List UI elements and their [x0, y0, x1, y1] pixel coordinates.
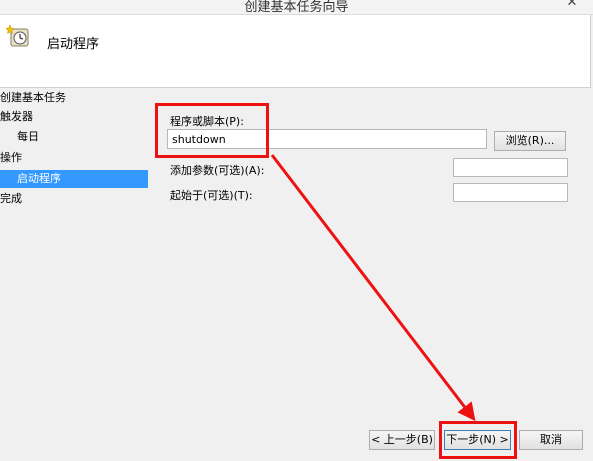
arguments-label: 添加参数(可选)(A):	[170, 164, 265, 177]
highlight-box-program	[155, 103, 269, 158]
wizard-steps-nav: 创建基本任务 触发器 每日 操作 启动程序 完成	[0, 88, 150, 461]
nav-step-label: 操作	[0, 151, 22, 164]
arguments-input[interactable]	[453, 158, 568, 177]
arrow-line	[270, 154, 476, 422]
page-title: 启动程序	[47, 37, 100, 52]
nav-step-label: 触发器	[0, 110, 33, 123]
nav-step-daily[interactable]: 每日	[0, 128, 148, 146]
clock-task-icon	[6, 24, 29, 47]
highlight-box-next	[439, 421, 517, 459]
close-icon[interactable]: ✕	[562, 0, 582, 11]
start-in-label: 起始于(可选)(T):	[170, 189, 253, 202]
cancel-button[interactable]: 取消	[519, 430, 583, 450]
nav-step-label: 启动程序	[17, 172, 61, 185]
nav-step-label: 创建基本任务	[0, 91, 66, 104]
nav-step-label: 完成	[0, 192, 22, 205]
nav-step-finish[interactable]: 完成	[0, 190, 148, 208]
start-in-input[interactable]	[453, 183, 568, 202]
nav-step-trigger[interactable]: 触发器	[0, 108, 148, 126]
back-button[interactable]: < 上一步(B)	[369, 430, 435, 450]
nav-step-action[interactable]: 操作	[0, 149, 148, 167]
nav-step-label: 每日	[17, 130, 39, 143]
browse-button[interactable]: 浏览(R)...	[494, 131, 566, 151]
nav-step-start-program[interactable]: 启动程序	[0, 170, 148, 188]
nav-step-create-basic-task[interactable]: 创建基本任务	[0, 89, 148, 107]
window-title: 创建基本任务向导	[244, 0, 349, 15]
